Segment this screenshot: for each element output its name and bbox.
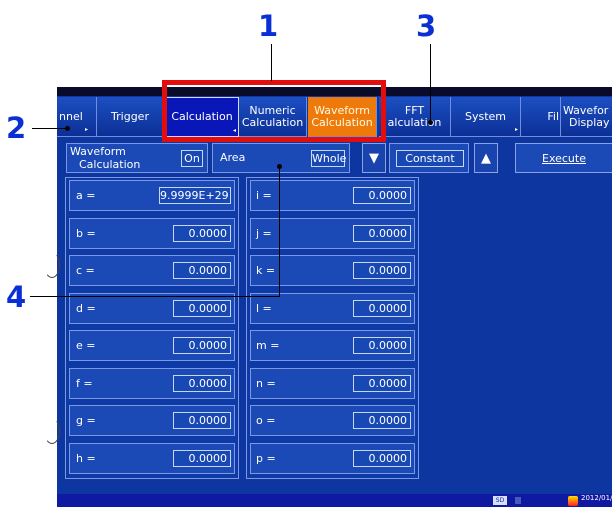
- leader-line-3: [430, 44, 431, 123]
- tab-fft-calculation[interactable]: FFT alculation: [379, 97, 451, 137]
- constant-value-n[interactable]: 0.0000: [353, 375, 411, 392]
- callout-3: 3: [416, 9, 437, 43]
- constant-row-g[interactable]: g = 0.0000: [69, 405, 235, 436]
- constant-row-i[interactable]: i = 0.0000: [250, 180, 415, 211]
- tab-channel-arrow-icon: ▸: [84, 126, 88, 133]
- constant-value-b[interactable]: 0.0000: [173, 225, 231, 242]
- constant-value-a[interactable]: 9.9999E+29: [159, 187, 231, 204]
- constant-label-b: b =: [76, 227, 96, 240]
- constant-value-h[interactable]: 0.0000: [173, 450, 231, 467]
- constant-selector[interactable]: Constant: [389, 143, 469, 173]
- callout-2: 2: [6, 111, 27, 145]
- tab-fft-line2: alculation: [387, 115, 442, 129]
- constant-up-button[interactable]: ▲: [474, 143, 498, 173]
- area-value[interactable]: Whole: [311, 150, 346, 167]
- tab-channel-label: nnel: [59, 109, 83, 123]
- tab-channel[interactable]: nnel ▸: [57, 97, 97, 137]
- constant-label-o: o =: [256, 414, 276, 427]
- tab-file-label: Fil: [547, 109, 559, 123]
- up-arrow-icon: ▲: [481, 150, 491, 166]
- constant-row-f[interactable]: f = 0.0000: [69, 368, 235, 399]
- tab-system-arrow-icon: ▸: [514, 126, 518, 133]
- constant-value-f[interactable]: 0.0000: [173, 375, 231, 392]
- tab-system-label: System: [464, 109, 507, 123]
- leader-line-1: [271, 44, 272, 81]
- tab-fft-line1: FFT: [404, 103, 425, 117]
- constant-label-g: g =: [76, 414, 96, 427]
- constant-label-m: m =: [256, 339, 280, 352]
- tab-trigger-label: Trigger: [111, 109, 149, 123]
- constant-row-n[interactable]: n = 0.0000: [250, 368, 415, 399]
- constant-value-k[interactable]: 0.0000: [353, 262, 411, 279]
- status-indicator-icon: [515, 497, 521, 504]
- constant-label-a: a =: [76, 189, 96, 202]
- tab-trigger[interactable]: Trigger: [97, 97, 164, 137]
- side-arc-mark-upper: [44, 252, 60, 278]
- constant-value-c[interactable]: 0.0000: [173, 262, 231, 279]
- constant-row-l[interactable]: l = 0.0000: [250, 293, 415, 324]
- callout-1: 1: [258, 9, 279, 43]
- constant-label-l: l =: [256, 302, 272, 315]
- status-date: 2012/01/: [581, 494, 612, 502]
- leader-dot-3: [428, 120, 433, 125]
- constant-value-i[interactable]: 0.0000: [353, 187, 411, 204]
- device-screen: nnel ▸ Trigger Calculation ◂ Numeric Cal…: [57, 87, 612, 507]
- sd-card-icon: SD: [493, 496, 507, 505]
- constant-row-h[interactable]: h = 0.0000: [69, 443, 235, 474]
- constant-value-e[interactable]: 0.0000: [173, 337, 231, 354]
- constant-label-h: h =: [76, 452, 96, 465]
- constant-row-k[interactable]: k = 0.0000: [250, 255, 415, 286]
- constant-row-c[interactable]: c = 0.0000: [69, 255, 235, 286]
- execute-button[interactable]: Execute: [515, 143, 612, 173]
- wave-calc-label-line1: Waveform: [70, 145, 126, 158]
- tab-system[interactable]: System ▸: [451, 97, 521, 137]
- constant-row-d[interactable]: d = 0.0000: [69, 293, 235, 324]
- constant-value[interactable]: Constant: [396, 150, 464, 167]
- constant-down-button[interactable]: ▼: [362, 143, 386, 173]
- wave-calc-label-line2: Calculation: [79, 158, 141, 171]
- constant-row-e[interactable]: e = 0.0000: [69, 330, 235, 361]
- area-label: Area: [220, 151, 246, 164]
- tab-display-line1: Wavefor: [563, 103, 609, 117]
- status-bar: SD 2012/01/: [57, 494, 612, 507]
- waveform-calculation-setting[interactable]: Waveform Calculation On: [66, 143, 208, 173]
- down-arrow-icon: ▼: [369, 150, 379, 166]
- constant-label-n: n =: [256, 377, 276, 390]
- constant-value-j[interactable]: 0.0000: [353, 225, 411, 242]
- constant-value-g[interactable]: 0.0000: [173, 412, 231, 429]
- constant-value-l[interactable]: 0.0000: [353, 300, 411, 317]
- tab-file[interactable]: Fil: [521, 97, 561, 137]
- constant-label-d: d =: [76, 302, 96, 315]
- leader-dot-2: [65, 126, 70, 131]
- callout-4: 4: [6, 280, 27, 314]
- execute-label: Execute: [542, 151, 586, 165]
- constant-value-m[interactable]: 0.0000: [353, 337, 411, 354]
- constant-value-p[interactable]: 0.0000: [353, 450, 411, 467]
- constant-row-m[interactable]: m = 0.0000: [250, 330, 415, 361]
- leader-dot-4: [277, 164, 282, 169]
- constant-row-j[interactable]: j = 0.0000: [250, 218, 415, 249]
- tab-display-line2: Display: [569, 115, 610, 129]
- constant-row-o[interactable]: o = 0.0000: [250, 405, 415, 436]
- constant-row-p[interactable]: p = 0.0000: [250, 443, 415, 474]
- wave-calc-value[interactable]: On: [181, 150, 203, 167]
- constant-row-a[interactable]: a = 9.9999E+29: [69, 180, 235, 211]
- constant-label-c: c =: [76, 264, 95, 277]
- constant-label-k: k =: [256, 264, 276, 277]
- constant-label-i: i =: [256, 189, 272, 202]
- constant-label-j: j =: [256, 227, 272, 240]
- constant-label-e: e =: [76, 339, 96, 352]
- highlight-box: [162, 80, 386, 142]
- power-icon: [568, 496, 578, 506]
- leader-line-2: [32, 128, 68, 129]
- tab-waveform-display[interactable]: Wavefor Display: [561, 97, 612, 137]
- constant-value-d[interactable]: 0.0000: [173, 300, 231, 317]
- leader-line-4-horizontal: [30, 296, 279, 297]
- constant-row-b[interactable]: b = 0.0000: [69, 218, 235, 249]
- constant-label-f: f =: [76, 377, 93, 390]
- side-arc-mark-lower: [44, 418, 60, 444]
- constant-value-o[interactable]: 0.0000: [353, 412, 411, 429]
- leader-line-4-vertical: [279, 166, 280, 297]
- constant-label-p: p =: [256, 452, 276, 465]
